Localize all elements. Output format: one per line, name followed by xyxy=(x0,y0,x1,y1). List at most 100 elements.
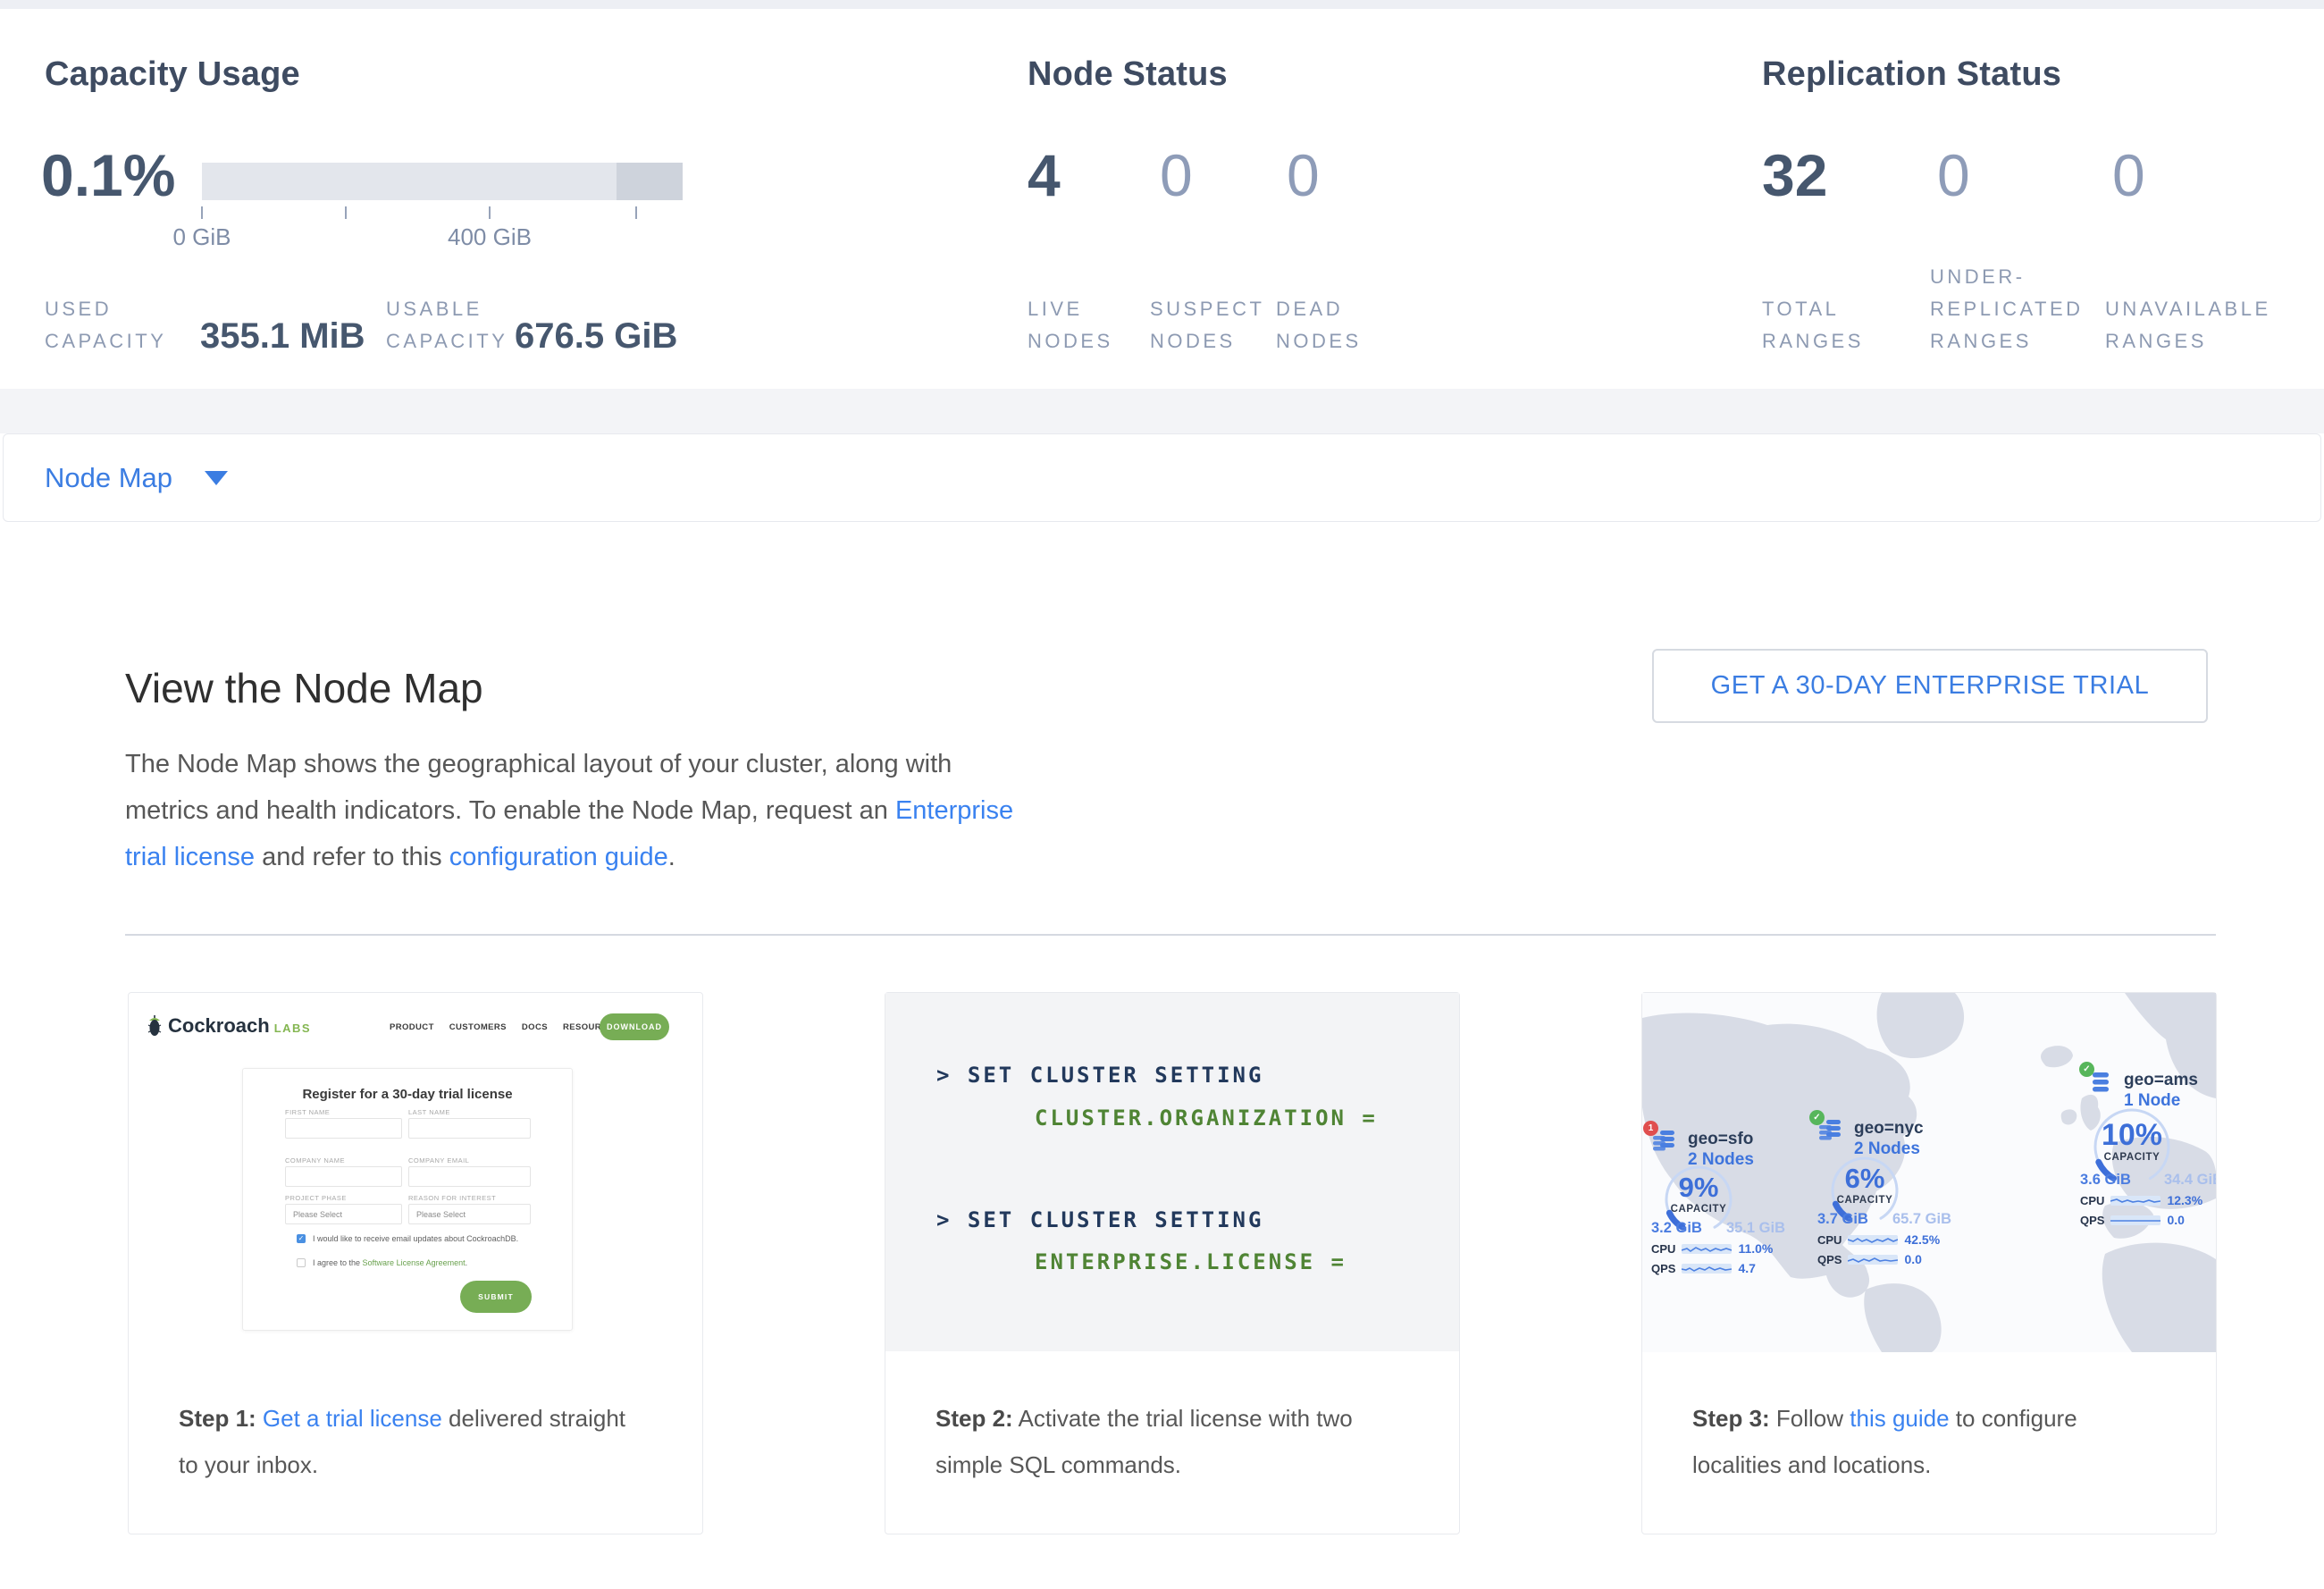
under-replicated-ranges-label: UNDER- REPLICATED RANGES xyxy=(1930,261,2084,357)
top-edge-strip xyxy=(0,0,2324,9)
nodemap-dropdown[interactable]: Node Map xyxy=(3,433,2321,522)
map-marker-nyc: ✓ geo=nyc 2 Nodes 6% C xyxy=(1817,1118,1951,1270)
sql-line: CLUSTER.ORGANIZATION = xyxy=(1035,1106,1378,1131)
step3-card: 1 geo=sfo 2 Nodes 9% C xyxy=(1641,992,2217,1534)
used-capacity: 3.7 GiB xyxy=(1817,1211,1868,1228)
axis-tick xyxy=(345,206,347,219)
capacity-percent: 6% xyxy=(1826,1163,1903,1195)
used-capacity: 3.6 GiB xyxy=(2080,1172,2131,1189)
axis-tick xyxy=(201,206,203,219)
cpu-sparkline xyxy=(1682,1244,1732,1254)
reason-for-interest-label: REASON FOR INTEREST xyxy=(408,1194,496,1202)
qps-sparkline xyxy=(1682,1264,1732,1274)
nodemap-dropdown-label: Node Map xyxy=(45,462,172,494)
page-title: View the Node Map xyxy=(125,664,483,712)
section-divider xyxy=(125,934,2216,936)
capacity-percent: 0.1% xyxy=(41,141,175,209)
project-phase-select: Please Select xyxy=(285,1204,402,1224)
capacity-bar xyxy=(202,163,683,200)
error-badge: 1 xyxy=(1643,1121,1658,1136)
enterprise-trial-license-link[interactable]: Enterprise xyxy=(895,796,1013,825)
submit-button: SUBMIT xyxy=(460,1281,532,1313)
step1-card: Cockroach LABS PRODUCT CUSTOMERS DOCS RE… xyxy=(128,992,703,1534)
cockroach-labs-logo: Cockroach LABS xyxy=(147,1014,311,1038)
under-replicated-ranges-value: 0 xyxy=(1937,141,1970,209)
node-map-preview: 1 geo=sfo 2 Nodes 9% C xyxy=(1642,993,2216,1352)
total-ranges-value: 32 xyxy=(1762,141,1827,209)
sql-code-block: > SET CLUSTER SETTING CLUSTER.ORGANIZATI… xyxy=(885,993,1459,1351)
cockroach-bug-icon xyxy=(147,1014,163,1038)
total-capacity: 35.1 GiB xyxy=(1726,1220,1785,1237)
company-email-label: COMPANY EMAIL xyxy=(408,1156,469,1164)
healthy-badge: ✓ xyxy=(2079,1062,2094,1077)
download-button: DOWNLOAD xyxy=(600,1013,669,1040)
capacity-percent: 10% xyxy=(2089,1118,2175,1153)
this-guide-link[interactable]: this guide xyxy=(1850,1405,1949,1432)
qps-sparkline xyxy=(2110,1215,2160,1225)
dead-nodes-label: DEAD NODES xyxy=(1276,293,1362,357)
chevron-down-icon xyxy=(205,471,228,485)
used-capacity-label: USED CAPACITY xyxy=(45,293,166,357)
axis-label-0: 0 GiB xyxy=(130,223,273,251)
step3-caption: Step 3: Follow this guide to configure l… xyxy=(1692,1395,2077,1488)
cpu-sparkline xyxy=(1848,1235,1898,1245)
qps-sparkline xyxy=(1848,1255,1898,1265)
section-gap xyxy=(0,389,2324,433)
cpu-sparkline xyxy=(2110,1196,2160,1206)
axis-tick xyxy=(635,206,637,219)
project-phase-label: PROJECT PHASE xyxy=(285,1194,347,1202)
total-capacity: 34.4 GiB xyxy=(2164,1172,2216,1189)
intro-paragraph: The Node Map shows the geographical layo… xyxy=(125,741,1013,880)
live-nodes-label: LIVE NODES xyxy=(1028,293,1113,357)
enterprise-trial-license-link[interactable]: trial license xyxy=(125,843,255,871)
step2-card: > SET CLUSTER SETTING CLUSTER.ORGANIZATI… xyxy=(885,992,1460,1534)
checked-checkbox-icon: ✓ xyxy=(297,1234,306,1243)
get-enterprise-trial-button[interactable]: GET A 30-DAY ENTERPRISE TRIAL xyxy=(1652,649,2208,723)
first-name-field xyxy=(285,1118,402,1139)
axis-tick xyxy=(489,206,491,219)
healthy-badge: ✓ xyxy=(1809,1110,1825,1125)
step2-caption: Step 2: Activate the trial license with … xyxy=(935,1395,1353,1488)
suspect-nodes-value: 0 xyxy=(1160,141,1193,209)
axis-label-400: 400 GiB xyxy=(418,223,561,251)
total-capacity: 65.7 GiB xyxy=(1892,1211,1951,1228)
locality-name: geo=sfo xyxy=(1688,1129,1754,1149)
unavailable-ranges-value: 0 xyxy=(2112,141,2145,209)
unchecked-checkbox-icon xyxy=(297,1258,306,1267)
replication-status-title: Replication Status xyxy=(1762,55,2061,94)
get-trial-license-link[interactable]: Get a trial license xyxy=(263,1405,442,1432)
configuration-guide-link[interactable]: configuration guide xyxy=(449,843,668,871)
company-name-label: COMPANY NAME xyxy=(285,1156,345,1164)
nav-customers: CUSTOMERS xyxy=(449,1022,507,1032)
map-marker-sfo: 1 geo=sfo 2 Nodes 9% C xyxy=(1651,1129,1785,1281)
form-title: Register for a 30-day trial license xyxy=(243,1087,572,1102)
trial-license-form: Register for a 30-day trial license FIRS… xyxy=(242,1068,573,1331)
node-status-title: Node Status xyxy=(1028,55,1228,94)
nav-product: PRODUCT xyxy=(390,1022,434,1032)
capacity-bar-reserved-segment xyxy=(617,163,683,200)
reason-for-interest-select: Please Select xyxy=(408,1204,531,1224)
used-capacity-value: 355.1 MiB xyxy=(200,316,365,357)
last-name-field xyxy=(408,1118,531,1139)
sql-line: > SET CLUSTER SETTING xyxy=(936,1063,1263,1088)
used-capacity: 3.2 GiB xyxy=(1651,1220,1702,1237)
total-ranges-label: TOTAL RANGES xyxy=(1762,293,1864,357)
sql-line: ENTERPRISE.LICENSE = xyxy=(1035,1249,1347,1274)
email-updates-checkbox-row: ✓ I would like to receive email updates … xyxy=(297,1234,518,1243)
step1-caption: Step 1: Get a trial license delivered st… xyxy=(179,1395,625,1488)
sql-line: > SET CLUSTER SETTING xyxy=(936,1207,1263,1232)
usable-capacity-value: 676.5 GiB xyxy=(515,316,677,357)
unavailable-ranges-label: UNAVAILABLE RANGES xyxy=(2105,293,2271,357)
suspect-nodes-label: SUSPECT NODES xyxy=(1150,293,1264,357)
license-agreement-checkbox-row: I agree to the Software License Agreemen… xyxy=(297,1258,467,1267)
first-name-label: FIRST NAME xyxy=(285,1108,330,1116)
dead-nodes-value: 0 xyxy=(1287,141,1320,209)
company-email-field xyxy=(408,1166,531,1187)
live-nodes-value: 4 xyxy=(1028,141,1061,209)
cluster-stats-panel: Capacity Usage 0.1% 0 GiB 400 GiB USED C… xyxy=(0,9,2324,389)
capacity-usage-title: Capacity Usage xyxy=(45,55,300,94)
company-name-field xyxy=(285,1166,402,1187)
software-license-agreement-link: Software License Agreement xyxy=(363,1258,466,1267)
cluster-overview-page: Capacity Usage 0.1% 0 GiB 400 GiB USED C… xyxy=(0,0,2324,1589)
locality-name: geo=ams xyxy=(2124,1070,2198,1090)
